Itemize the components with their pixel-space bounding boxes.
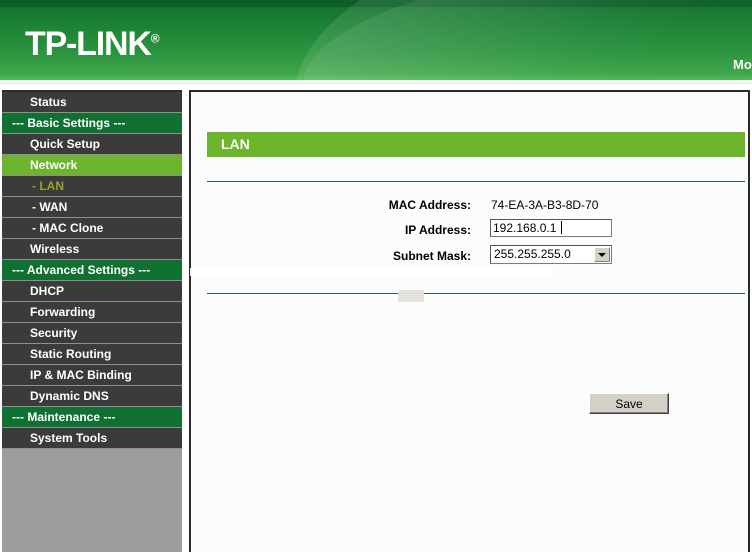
sidebar-menu: Status --- Basic Settings --- Quick Setu… [2,92,182,449]
ip-address-input-wrapper [490,219,612,237]
mac-address-value: 74-EA-3A-B3-8D-70 [491,198,599,212]
sidebar-item-label: Dynamic DNS [30,389,109,403]
sidebar-section-advanced-settings: --- Advanced Settings --- [2,260,182,281]
sidebar-item-security[interactable]: Security [2,323,182,344]
form-row-ip-address: IP Address: [191,219,748,241]
form-row-subnet-mask: Subnet Mask: 255.255.255.0 [191,245,748,267]
sidebar-item-label: - LAN [32,179,64,193]
header-underline-secondary [0,84,752,88]
sidebar-item-label: - MAC Clone [32,221,104,235]
sidebar-item-system-tools[interactable]: System Tools [2,428,182,449]
page-header: TP-LINK® Mo [0,0,752,80]
tp-link-logo: TP-LINK® [25,25,160,64]
sidebar-navigation: Status --- Basic Settings --- Quick Setu… [2,90,182,552]
main-content-panel: LAN MAC Address: 74-EA-3A-B3-8D-70 IP Ad… [189,90,750,552]
sidebar-item-wan[interactable]: - WAN [2,197,182,218]
sidebar-item-label: Network [30,158,78,172]
text-caret [561,221,562,234]
sidebar-item-label: Forwarding [30,305,96,319]
sidebar-item-label: Static Routing [30,347,112,361]
sidebar-item-label: System Tools [30,431,108,445]
ip-address-input[interactable] [490,219,612,237]
sidebar-item-wireless[interactable]: Wireless [2,239,182,260]
sidebar-section-label: --- Maintenance --- [12,410,116,424]
sidebar-item-label: - WAN [32,200,68,214]
sidebar-section-basic-settings: --- Basic Settings --- [2,113,182,134]
sidebar-item-dhcp[interactable]: DHCP [2,281,182,302]
form-row-mac-address: MAC Address: 74-EA-3A-B3-8D-70 [191,194,748,216]
sidebar-section-label: --- Advanced Settings --- [12,263,151,277]
subnet-mask-select[interactable]: 255.255.255.0 [490,245,612,264]
sidebar-item-network[interactable]: Network [2,155,182,176]
subnet-mask-selected-value: 255.255.255.0 [494,247,571,261]
registered-trademark-icon: ® [150,31,160,46]
ip-address-label: IP Address: [404,223,471,237]
page-title-label: LAN [221,136,250,152]
divider-top [207,181,745,182]
save-button[interactable]: Save [589,393,669,414]
sidebar-item-label: DHCP [30,284,65,298]
sidebar-item-mac-clone[interactable]: - MAC Clone [2,218,182,239]
divider-bottom [207,293,745,294]
sidebar-section-label: --- Basic Settings --- [12,116,126,130]
sidebar-item-label: Wireless [30,242,80,256]
sidebar-item-status[interactable]: Status [2,92,182,113]
sidebar-item-dynamic-dns[interactable]: Dynamic DNS [2,386,182,407]
sidebar-item-ip-mac-binding[interactable]: IP & MAC Binding [2,365,182,386]
sidebar-item-label: Security [30,326,78,340]
sidebar-item-quick-setup[interactable]: Quick Setup [2,134,182,155]
sidebar-item-static-routing[interactable]: Static Routing [2,344,182,365]
subnet-mask-label: Subnet Mask: [392,249,471,263]
chevron-down-icon[interactable] [594,247,610,262]
sidebar-item-lan[interactable]: - LAN [2,176,182,197]
page-title: LAN [207,132,745,157]
sidebar-item-forwarding[interactable]: Forwarding [2,302,182,323]
model-number-label: Mo [733,57,752,72]
sidebar-item-label: IP & MAC Binding [30,368,132,382]
sidebar-item-label: Status [30,95,67,109]
sidebar-section-maintenance: --- Maintenance --- [2,407,182,428]
brand-name: TP-LINK [25,25,152,63]
sidebar-item-label: Quick Setup [30,137,101,151]
mac-address-label: MAC Address: [388,198,471,212]
